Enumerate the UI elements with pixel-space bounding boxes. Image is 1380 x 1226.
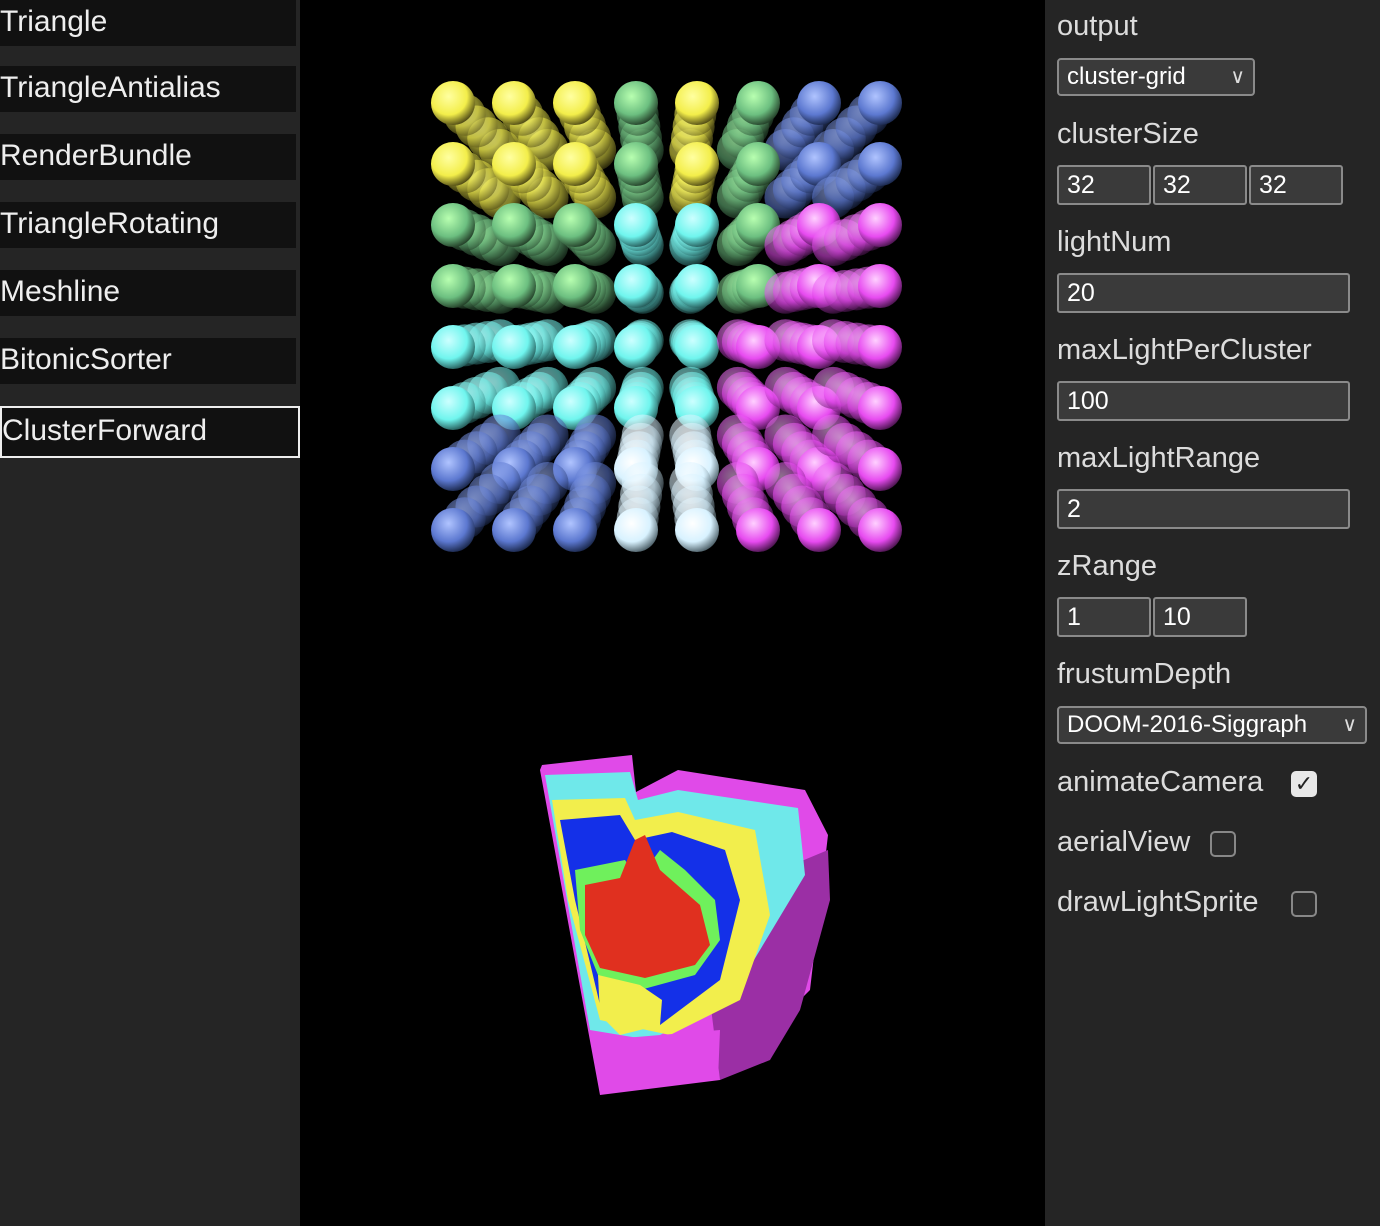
light-sphere [675,142,719,186]
light-sphere [736,142,780,186]
aerial-view-label: aerialView [1057,826,1191,858]
cluster-size-label: clusterSize [1057,118,1199,150]
light-sphere [553,142,597,186]
light-sphere [431,203,475,247]
frustum-depth-select-value: DOOM-2016-Siggraph [1067,711,1308,738]
nav-item-triangle-rotating[interactable]: TriangleRotating [0,202,296,248]
light-sphere-grid [431,81,902,552]
light-sphere [492,508,536,552]
aerial-view-checkbox[interactable] [1210,831,1236,857]
nav-item-bitonic-sorter[interactable]: BitonicSorter [0,338,296,384]
nav-item-render-bundle[interactable]: RenderBundle [0,134,296,180]
output-label: output [1057,10,1138,42]
light-sphere [858,264,902,308]
light-sphere [614,142,658,186]
sidebar: Triangle TriangleAntialias RenderBundle … [0,0,300,1226]
render-canvas[interactable] [300,0,1045,1226]
light-sphere [614,81,658,125]
light-sphere [553,203,597,247]
cluster-size-z-input[interactable] [1249,165,1343,205]
z-range-far-input[interactable] [1153,597,1247,637]
light-sphere [553,508,597,552]
light-num-input[interactable] [1057,273,1350,313]
light-sphere [675,325,719,369]
cluster-size-x-input[interactable] [1057,165,1151,205]
light-sphere [675,508,719,552]
light-sphere [858,447,902,491]
nav-item-triangle[interactable]: Triangle [0,0,296,46]
light-sphere [675,203,719,247]
light-sphere [858,142,902,186]
draw-light-sprite-checkbox[interactable] [1291,891,1317,917]
light-sphere [492,264,536,308]
max-light-range-label: maxLightRange [1057,442,1261,474]
cluster-frustum [540,755,830,1095]
light-sphere [431,386,475,430]
render-output [431,81,902,1095]
draw-light-sprite-label: drawLightSprite [1057,886,1259,918]
light-sphere [675,81,719,125]
light-sphere [797,81,841,125]
light-sphere [736,508,780,552]
light-sphere [858,386,902,430]
light-sphere [492,142,536,186]
light-sphere [431,142,475,186]
chevron-down-icon: ∨ [1342,714,1357,736]
light-sphere [614,264,658,308]
light-sphere [553,81,597,125]
light-sphere [858,203,902,247]
light-sphere [858,325,902,369]
light-sphere [431,447,475,491]
cluster-size-y-input[interactable] [1153,165,1247,205]
light-sphere [553,264,597,308]
animate-camera-label: animateCamera [1057,766,1264,798]
z-range-near-input[interactable] [1057,597,1151,637]
output-select[interactable]: cluster-grid ∨ [1057,58,1255,96]
light-sphere [858,508,902,552]
light-sphere [431,81,475,125]
max-light-per-cluster-label: maxLightPerCluster [1057,334,1312,366]
light-sphere [675,264,719,308]
frustum-depth-label: frustumDepth [1057,658,1232,690]
light-sphere [858,81,902,125]
light-sphere [553,325,597,369]
light-sphere [797,508,841,552]
output-select-value: cluster-grid [1067,63,1186,90]
frustum-depth-select[interactable]: DOOM-2016-Siggraph ∨ [1057,706,1367,744]
nav-item-triangle-antialias[interactable]: TriangleAntialias [0,66,296,112]
light-sphere [431,508,475,552]
check-icon: ✓ [1294,771,1314,796]
nav-item-cluster-forward[interactable]: ClusterForward [0,406,300,458]
light-sphere [736,81,780,125]
light-sphere [431,264,475,308]
light-sphere [492,325,536,369]
animate-camera-checkbox[interactable]: ✓ [1291,771,1317,797]
max-light-range-input[interactable] [1057,489,1350,529]
light-sphere [614,203,658,247]
control-panel: output cluster-grid ∨ clusterSize lightN… [1045,0,1380,1226]
max-light-per-cluster-input[interactable] [1057,381,1350,421]
light-sphere [492,203,536,247]
light-num-label: lightNum [1057,226,1172,258]
chevron-down-icon: ∨ [1230,66,1245,88]
light-sphere [492,81,536,125]
light-sphere [614,325,658,369]
light-sphere [431,325,475,369]
z-range-label: zRange [1057,550,1157,582]
light-sphere [614,508,658,552]
nav-item-meshline[interactable]: Meshline [0,270,296,316]
